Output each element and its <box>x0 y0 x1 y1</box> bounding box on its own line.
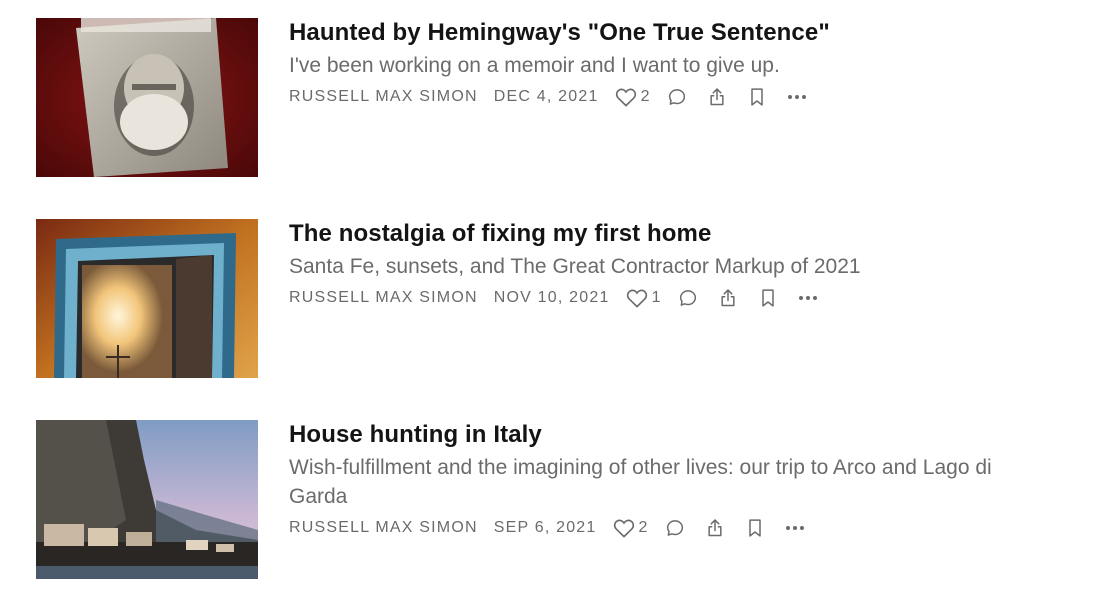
more-icon <box>788 95 807 99</box>
post-date: SEP 6, 2021 <box>493 519 597 536</box>
more-button[interactable] <box>783 516 807 540</box>
post-date: DEC 4, 2021 <box>493 88 599 105</box>
post-item: Haunted by Hemingway's "One True Sentenc… <box>36 18 1066 177</box>
comment-icon <box>667 520 684 536</box>
post-title[interactable]: The nostalgia of fixing my first home <box>289 219 861 249</box>
post-item: House hunting in Italy Wish-fulfillment … <box>36 420 1066 579</box>
heart-icon <box>626 289 647 308</box>
heart-icon <box>613 519 634 538</box>
post-meta: RUSSELL MAX SIMON DEC 4, 2021 2 <box>289 85 830 109</box>
comment-button[interactable] <box>663 516 687 540</box>
post-date: NOV 10, 2021 <box>493 289 610 306</box>
bookmark-icon <box>749 519 762 537</box>
like-button[interactable]: 2 <box>613 518 648 538</box>
more-icon <box>799 296 818 300</box>
post-meta: RUSSELL MAX SIMON NOV 10, 2021 1 <box>289 286 861 310</box>
post-author[interactable]: RUSSELL MAX SIMON <box>289 519 478 537</box>
post-thumbnail[interactable] <box>36 420 258 579</box>
comment-icon <box>680 290 697 306</box>
post-author[interactable]: RUSSELL MAX SIMON <box>289 88 478 106</box>
post-title[interactable]: Haunted by Hemingway's "One True Sentenc… <box>289 18 830 48</box>
comment-button[interactable] <box>665 85 689 109</box>
share-icon <box>708 519 723 537</box>
more-button[interactable] <box>785 85 809 109</box>
post-content: The nostalgia of fixing my first home Sa… <box>289 219 861 310</box>
share-icon <box>721 289 736 307</box>
blue-window-photo <box>36 219 258 378</box>
post-thumbnail[interactable] <box>36 18 258 177</box>
like-count: 1 <box>651 289 661 306</box>
post-meta: RUSSELL MAX SIMON SEP 6, 2021 2 <box>289 516 1009 540</box>
post-content: House hunting in Italy Wish-fulfillment … <box>289 420 1009 540</box>
italy-mountain-photo <box>36 420 258 579</box>
post-thumbnail[interactable] <box>36 219 258 378</box>
post-subtitle[interactable]: I've been working on a memoir and I want… <box>289 51 830 80</box>
post-subtitle[interactable]: Wish-fulfillment and the imagining of ot… <box>289 453 1009 511</box>
bookmark-icon <box>751 88 764 106</box>
like-count: 2 <box>638 519 648 536</box>
post-title[interactable]: House hunting in Italy <box>289 420 1009 450</box>
like-button[interactable]: 2 <box>615 87 650 107</box>
post-author[interactable]: RUSSELL MAX SIMON <box>289 289 478 307</box>
like-count: 2 <box>640 88 650 105</box>
heart-icon <box>615 88 636 107</box>
bookmark-icon <box>762 289 775 307</box>
share-icon <box>710 88 725 106</box>
bookmark-button[interactable] <box>745 85 769 109</box>
post-subtitle[interactable]: Santa Fe, sunsets, and The Great Contrac… <box>289 252 861 281</box>
bookmark-button[interactable] <box>756 286 780 310</box>
post-item: The nostalgia of fixing my first home Sa… <box>36 219 1066 378</box>
share-button[interactable] <box>716 286 740 310</box>
hemingway-book-photo <box>36 18 258 177</box>
more-icon <box>786 526 805 530</box>
comment-icon <box>669 89 686 105</box>
post-feed: Haunted by Hemingway's "One True Sentenc… <box>0 0 1095 600</box>
like-button[interactable]: 1 <box>626 288 661 308</box>
bookmark-button[interactable] <box>743 516 767 540</box>
comment-button[interactable] <box>676 286 700 310</box>
share-button[interactable] <box>705 85 729 109</box>
post-content: Haunted by Hemingway's "One True Sentenc… <box>289 18 830 109</box>
share-button[interactable] <box>703 516 727 540</box>
more-button[interactable] <box>796 286 820 310</box>
